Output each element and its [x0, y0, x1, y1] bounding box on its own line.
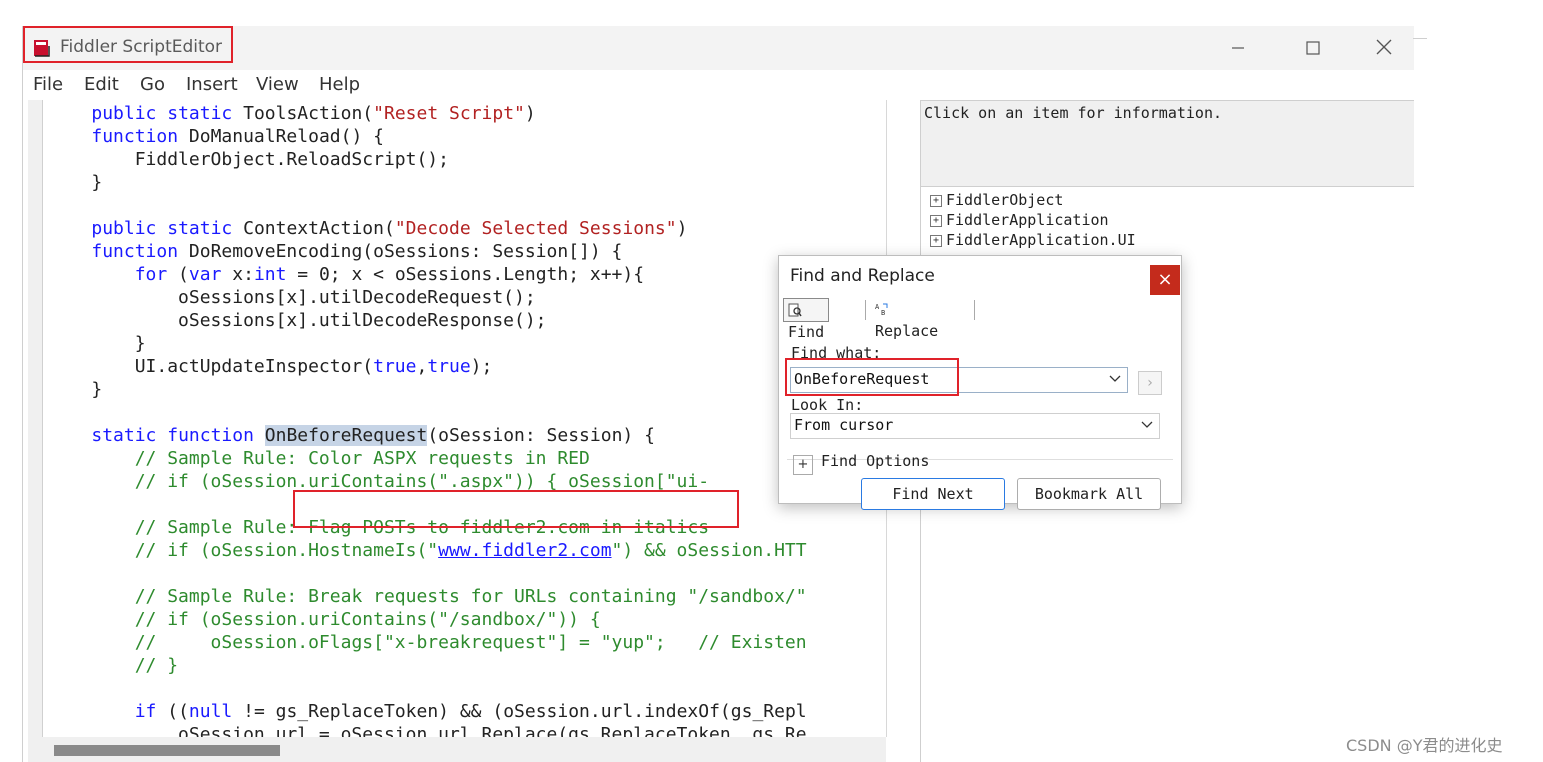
code-text[interactable]: public static ToolsAction("Reset Script"…: [48, 102, 886, 737]
find-options-label[interactable]: Find Options: [821, 452, 929, 470]
menu-insert[interactable]: Insert: [186, 74, 238, 95]
chevron-right-icon: ›: [1147, 375, 1153, 391]
dialog-close-button[interactable]: ×: [1150, 265, 1180, 295]
close-window-button[interactable]: [1360, 30, 1408, 66]
svg-text:B: B: [881, 309, 885, 316]
code-line: // Sample Rule: Color ASPX requests in R…: [134, 448, 590, 469]
code-line: public static ContextAction("Decode Sele…: [91, 218, 688, 239]
svg-text:A: A: [875, 303, 880, 311]
dialog-title: Find and Replace: [790, 266, 935, 286]
onbeforerequest-highlight-box: [293, 490, 739, 528]
code-line: oSessions[x].utilDecodeResponse();: [48, 310, 547, 331]
chevron-down-icon[interactable]: [1141, 418, 1153, 430]
divider: [1413, 38, 1427, 39]
maximize-icon: [1306, 41, 1320, 55]
find-go-button[interactable]: ›: [1138, 371, 1162, 395]
bookmark-all-button[interactable]: Bookmark All: [1017, 478, 1161, 510]
code-line: public static ToolsAction("Reset Script"…: [91, 103, 536, 124]
code-line: // oSession.oFlags["x-breakrequest"] = "…: [134, 632, 807, 653]
code-line: function DoRemoveEncoding(oSessions: Ses…: [91, 241, 623, 262]
expand-icon[interactable]: +: [930, 214, 942, 227]
close-icon: ×: [1157, 269, 1173, 290]
expand-icon[interactable]: +: [930, 194, 942, 207]
menu-bar: File Edit Go Insert View Help: [23, 70, 1414, 99]
chevron-down-icon[interactable]: [1109, 372, 1121, 384]
code-line: }: [48, 333, 146, 354]
scrollbar-thumb[interactable]: [54, 745, 280, 756]
menu-help[interactable]: Help: [319, 74, 360, 95]
script-editor-window: Fiddler ScriptEditor File Edit Go Insert…: [22, 26, 1414, 762]
tab-separator: [974, 300, 975, 320]
code-line: // Sample Rule: Break requests for URLs …: [134, 586, 807, 607]
code-line: oSession.url = oSession.url.Replace(gs_R…: [48, 724, 807, 737]
minimize-button[interactable]: [1214, 30, 1262, 66]
code-line: if ((null != gs_ReplaceToken) && (oSessi…: [134, 701, 807, 722]
find-replace-dialog: Find and Replace × Find A B Replace Find w…: [778, 255, 1182, 510]
title-bar: Fiddler ScriptEditor: [23, 26, 1414, 70]
code-line: UI.actUpdateInspector(true,true);: [48, 356, 493, 377]
tab-find[interactable]: Find: [783, 298, 830, 341]
close-icon: [1376, 39, 1392, 55]
menu-view[interactable]: View: [256, 74, 299, 95]
code-line: // }: [134, 655, 179, 676]
code-line: // if (oSession.uriContains("/sandbox/")…: [134, 609, 601, 630]
look-in-select[interactable]: From cursor: [790, 413, 1160, 439]
expand-icon[interactable]: +: [930, 234, 942, 247]
tab-replace[interactable]: A B Replace: [871, 298, 942, 340]
menu-edit[interactable]: Edit: [84, 74, 119, 95]
tree-item[interactable]: + FiddlerApplication.UI: [930, 231, 1136, 249]
find-what-highlight-box: [785, 358, 959, 396]
info-text: Click on an item for information.: [924, 104, 1223, 122]
code-line: }: [48, 172, 103, 193]
editor-gutter: [28, 100, 43, 737]
menu-go[interactable]: Go: [140, 74, 165, 95]
code-line: // if (oSession.uriContains(".aspx")) { …: [134, 471, 710, 492]
minimize-icon: [1232, 47, 1244, 49]
code-line: }: [48, 379, 103, 400]
replace-icon: AB: [875, 303, 888, 316]
look-in-label: Look In:: [791, 396, 864, 414]
maximize-button[interactable]: [1289, 30, 1337, 66]
tree-item[interactable]: + FiddlerObject: [930, 191, 1063, 209]
find-options-toggle[interactable]: +: [793, 455, 813, 475]
code-line: FiddlerObject.ReloadScript();: [48, 149, 449, 170]
look-in-value: From cursor: [794, 416, 894, 434]
find-next-button[interactable]: Find Next: [861, 478, 1005, 510]
title-highlight-box: [23, 26, 233, 63]
horizontal-scrollbar[interactable]: [28, 737, 886, 762]
menu-file[interactable]: File: [33, 74, 63, 95]
code-editor[interactable]: public static ToolsAction("Reset Script"…: [28, 100, 887, 737]
code-line: for (var x:int = 0; x < oSessions.Length…: [134, 264, 645, 285]
find-icon: [788, 303, 802, 317]
code-line: function DoManualReload() {: [91, 126, 384, 147]
code-line: // if (oSession.HostnameIs("www.fiddler2…: [134, 540, 807, 561]
code-line: static function OnBeforeRequest(oSession…: [91, 425, 655, 446]
code-line: oSessions[x].utilDecodeRequest();: [48, 287, 536, 308]
tree-item[interactable]: + FiddlerApplication: [930, 211, 1109, 229]
tab-separator: [865, 300, 866, 320]
info-panel: Click on an item for information.: [920, 100, 1414, 187]
watermark: CSDN @Y君的进化史: [1346, 736, 1503, 755]
